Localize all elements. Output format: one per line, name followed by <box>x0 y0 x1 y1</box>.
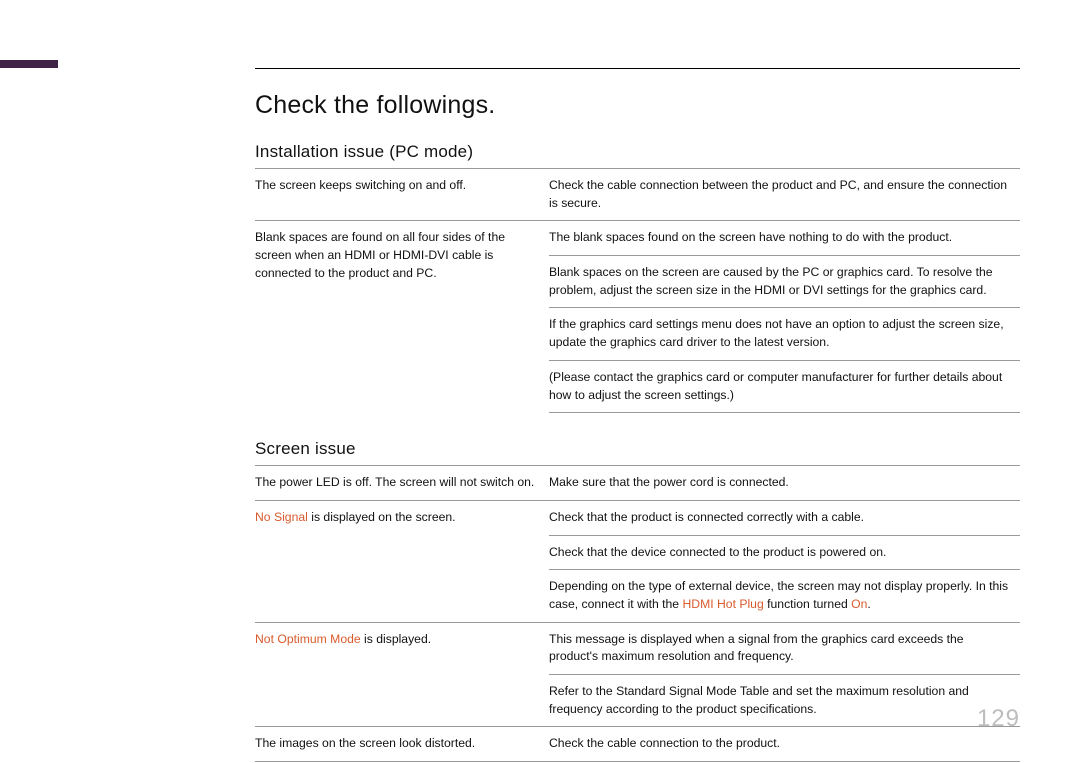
text: is displayed. <box>361 632 431 646</box>
solution-cell: Check that the product is connected corr… <box>549 500 1020 535</box>
solution-cell: Check the cable connection between the p… <box>549 169 1020 221</box>
issue-cell: Blank spaces are found on all four sides… <box>255 221 549 413</box>
highlight-text: No Signal <box>255 510 308 524</box>
table-row: The screen keeps switching on and off. Ch… <box>255 169 1020 221</box>
solution-cell: Check that the device connected to the p… <box>549 535 1020 570</box>
chapter-tab <box>0 60 58 68</box>
text: Make sure that the power cord is connect… <box>549 475 789 489</box>
text: The power LED is off. The screen will no… <box>255 475 534 489</box>
text: . <box>867 597 870 611</box>
text: The blank spaces found on the screen hav… <box>549 230 952 244</box>
page-number: 129 <box>977 705 1020 733</box>
text: function turned <box>764 597 851 611</box>
troubleshoot-table: The power LED is off. The screen will no… <box>255 465 1020 762</box>
solution-cell: The blank spaces found on the screen hav… <box>549 221 1020 256</box>
highlight-text: HDMI Hot Plug <box>682 597 763 611</box>
document-page: Check the followings. Installation issue… <box>0 0 1080 763</box>
top-rule <box>255 68 1020 69</box>
text: Check the cable connection between the p… <box>549 178 1007 210</box>
table-row: Not Optimum Mode is displayed. This messa… <box>255 622 1020 674</box>
table-row: Blank spaces are found on all four sides… <box>255 221 1020 256</box>
text: Blank spaces on the screen are caused by… <box>549 265 993 297</box>
section-title: Installation issue (PC mode) <box>255 142 1020 162</box>
text: Check the cable connection to the produc… <box>549 736 780 750</box>
table-row: No Signal is displayed on the screen. Che… <box>255 500 1020 535</box>
text: This message is displayed when a signal … <box>549 632 964 664</box>
table-row: The power LED is off. The screen will no… <box>255 466 1020 501</box>
table-row: The images on the screen look distorted.… <box>255 727 1020 762</box>
text: Blank spaces are found on all four sides… <box>255 230 505 279</box>
text: Check that the product is connected corr… <box>549 510 864 524</box>
text: The images on the screen look distorted. <box>255 736 475 750</box>
page-title: Check the followings. <box>255 91 1020 120</box>
solution-cell: (Please contact the graphics card or com… <box>549 360 1020 412</box>
content-area: Check the followings. Installation issue… <box>255 91 1020 762</box>
solution-cell: Make sure that the power cord is connect… <box>549 466 1020 501</box>
text: Check that the device connected to the p… <box>549 545 886 559</box>
section: Installation issue (PC mode) The screen k… <box>255 142 1020 413</box>
troubleshoot-table: The screen keeps switching on and off. Ch… <box>255 168 1020 413</box>
issue-cell: Not Optimum Mode is displayed. <box>255 622 549 727</box>
issue-cell: The images on the screen look distorted. <box>255 727 549 762</box>
highlight-text: Not Optimum Mode <box>255 632 361 646</box>
issue-cell: No Signal is displayed on the screen. <box>255 500 549 622</box>
solution-cell: Check the cable connection to the produc… <box>549 727 1020 762</box>
text: The screen keeps switching on and off. <box>255 178 466 192</box>
issue-cell: The screen keeps switching on and off. <box>255 169 549 221</box>
solution-cell: Blank spaces on the screen are caused by… <box>549 256 1020 308</box>
solution-cell: This message is displayed when a signal … <box>549 622 1020 674</box>
solution-cell: Depending on the type of external device… <box>549 570 1020 622</box>
section: Screen issue The power LED is off. The sc… <box>255 439 1020 762</box>
issue-cell: The power LED is off. The screen will no… <box>255 466 549 501</box>
solution-cell: Refer to the Standard Signal Mode Table … <box>549 675 1020 727</box>
text: Refer to the Standard Signal Mode Table … <box>549 684 969 716</box>
section-title: Screen issue <box>255 439 1020 459</box>
text: (Please contact the graphics card or com… <box>549 370 1002 402</box>
text: is displayed on the screen. <box>308 510 456 524</box>
solution-cell: If the graphics card settings menu does … <box>549 308 1020 360</box>
highlight-text: On <box>851 597 867 611</box>
text: If the graphics card settings menu does … <box>549 317 1004 349</box>
